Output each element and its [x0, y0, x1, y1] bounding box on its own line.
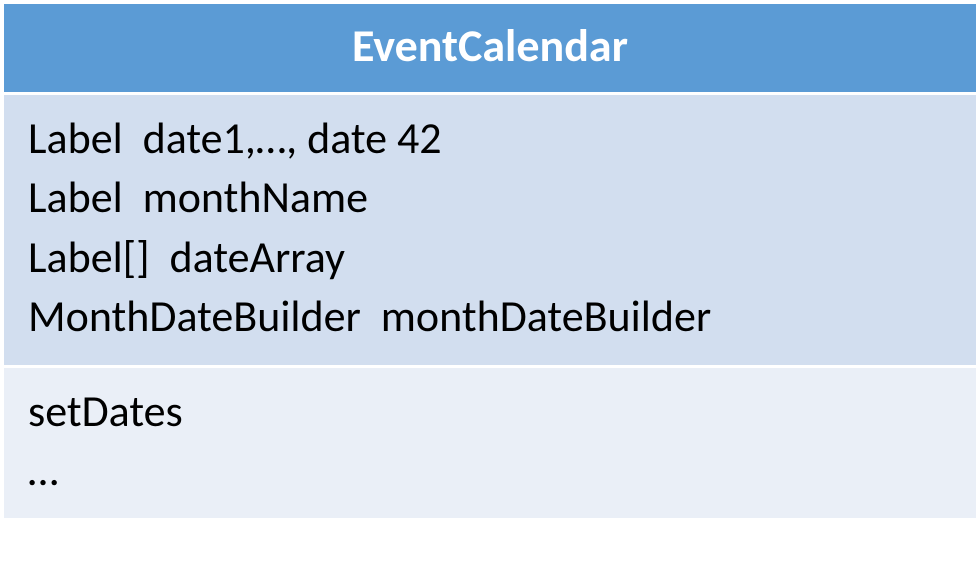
uml-class-box: EventCalendar Label date1,…, date 42 Lab…	[2, 2, 978, 520]
attribute-line: Label[] dateArray	[28, 228, 952, 287]
method-line: setDates	[28, 382, 952, 441]
attribute-line: Label monthName	[28, 168, 952, 227]
method-line: …	[28, 441, 952, 500]
class-attributes-section: Label date1,…, date 42 Label monthName L…	[4, 95, 976, 368]
class-name-header: EventCalendar	[4, 4, 976, 95]
class-methods-section: setDates …	[4, 368, 976, 519]
attribute-line: Label date1,…, date 42	[28, 109, 952, 168]
attribute-line: MonthDateBuilder monthDateBuilder	[28, 287, 952, 346]
